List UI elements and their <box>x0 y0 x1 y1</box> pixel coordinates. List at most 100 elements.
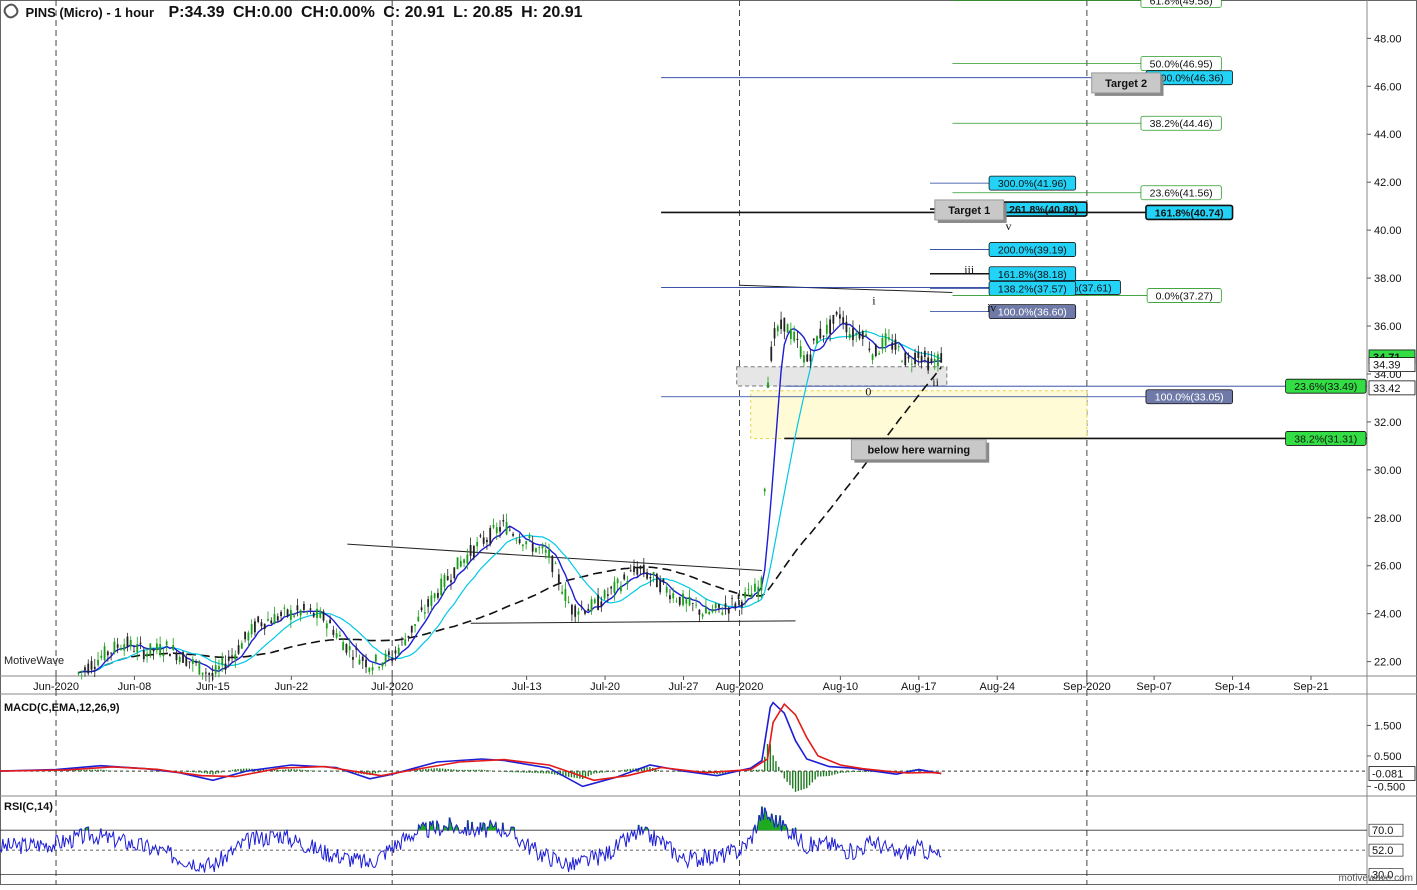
candle-body <box>312 613 315 617</box>
candle-body <box>682 593 684 606</box>
candle-body <box>633 566 635 573</box>
candle-body <box>606 594 609 596</box>
candle-body <box>103 646 106 660</box>
candle-body <box>463 559 465 563</box>
candle-body <box>806 354 809 362</box>
candle-body <box>371 667 374 671</box>
candle-body <box>724 603 727 608</box>
candle-body <box>178 657 181 663</box>
candle-body <box>410 625 413 633</box>
y-tick-label: 30.00 <box>1374 465 1402 477</box>
x-tick-label: Jul-27 <box>669 681 699 693</box>
candle-body <box>296 605 299 611</box>
candle-body <box>678 596 681 605</box>
y-tick-label: 40.00 <box>1374 225 1402 237</box>
triangle-lower-trendline <box>470 620 796 624</box>
candle-body <box>508 529 511 531</box>
candle-body <box>456 557 459 570</box>
candle-body <box>90 660 93 670</box>
candle-body <box>881 338 884 350</box>
candle-body <box>224 663 227 670</box>
callout-label: below here warning <box>867 445 970 457</box>
candle-body <box>600 601 603 607</box>
candle-body <box>793 331 796 341</box>
candle-body <box>557 574 560 583</box>
rsi-y-tick-label: 52.0 <box>1372 845 1393 857</box>
candle-body <box>352 657 354 660</box>
candle-body <box>129 639 132 647</box>
candle-body <box>773 328 776 339</box>
candle-body <box>479 535 482 537</box>
candle-body <box>443 574 446 587</box>
candle-body <box>342 642 345 651</box>
candle-body <box>218 666 220 670</box>
y-tick-label: 46.00 <box>1374 81 1402 93</box>
candle-body <box>309 608 312 610</box>
candle-body <box>486 539 488 543</box>
fib-level-label: 300.0%(41.96) <box>998 178 1067 190</box>
candle-body <box>306 611 309 613</box>
candle-body <box>848 333 851 339</box>
fib-level-label: 0.0%(37.27) <box>1156 291 1213 303</box>
price-readout: P:34.39 <box>168 4 225 21</box>
candle-body <box>505 521 508 535</box>
candle-body <box>845 321 848 333</box>
candle-body <box>613 581 616 593</box>
candle-body <box>316 608 318 618</box>
candle-body <box>816 336 818 344</box>
candle-body <box>567 601 570 603</box>
candle-body <box>920 355 923 363</box>
candle-body <box>345 644 348 653</box>
candle-body <box>544 549 547 553</box>
candle-body <box>538 547 541 549</box>
candle-body <box>757 586 760 597</box>
candle-body <box>325 623 328 629</box>
candle-body <box>289 610 292 620</box>
low-readout: L: 20.85 <box>453 4 513 21</box>
candle-body <box>750 593 753 599</box>
candle-body <box>169 653 171 657</box>
candle-body <box>577 611 580 615</box>
candle-body <box>401 638 403 640</box>
x-tick-label: Jun-15 <box>196 681 230 693</box>
candle-body <box>427 599 430 607</box>
candle-body <box>146 653 148 657</box>
candle-body <box>384 653 387 663</box>
candle-body <box>590 599 593 612</box>
candle-body <box>120 648 122 651</box>
y-tick-label: 36.00 <box>1374 321 1402 333</box>
candle-body <box>515 539 518 541</box>
candle-body <box>642 564 645 574</box>
fib-level-label: 23.6%(33.49) <box>1294 381 1357 393</box>
candle-body <box>204 672 207 674</box>
candle-body <box>407 635 410 638</box>
candle-body <box>829 319 831 334</box>
candle-body <box>502 520 505 522</box>
candle-body <box>933 359 936 363</box>
callout-label: Target 1 <box>948 205 990 217</box>
candle-body <box>512 533 514 536</box>
candle-body <box>446 576 449 581</box>
wave-label: iv <box>987 301 996 315</box>
chart-canvas: Jun-2020 Jun-08 Jun-15 Jun-22 Jul-2020 Jul-13… <box>0 0 1417 885</box>
candle-body <box>819 328 822 339</box>
x-tick-label: Sep-14 <box>1215 681 1250 693</box>
candle-body <box>620 585 622 592</box>
candle-body <box>123 644 126 651</box>
fib-level-label: 100.0%(33.05) <box>1155 392 1224 404</box>
price-tag-label: 33.42 <box>1373 383 1401 395</box>
candle-body <box>760 577 763 591</box>
candle-body <box>257 616 260 622</box>
fib-level-label: 61.8%(49.58) <box>1150 0 1213 7</box>
y-tick-label: 44.00 <box>1374 129 1402 141</box>
candle-body <box>852 328 854 341</box>
x-tick-label: Aug-17 <box>901 681 936 693</box>
link-icon[interactable] <box>1 1 21 21</box>
candle-body <box>825 324 828 334</box>
wave-label: iii <box>964 262 975 276</box>
candle-body <box>368 667 371 672</box>
candle-body <box>858 332 861 339</box>
y-tick-label: 24.00 <box>1374 609 1402 621</box>
x-tick-label: Aug-2020 <box>716 681 764 693</box>
triangle-upper-trendline <box>347 543 762 572</box>
